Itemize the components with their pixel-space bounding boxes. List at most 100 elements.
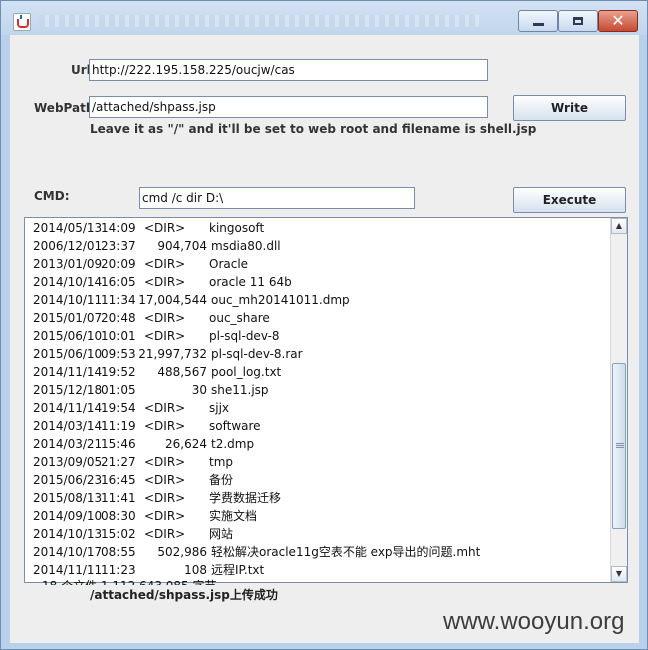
line-date: 2015/01/07 [33, 311, 103, 325]
line-size: 904,704 [157, 239, 207, 253]
line-time: 15:46 [101, 437, 136, 451]
line-dir-marker: <DIR> [144, 491, 186, 505]
minimize-button[interactable] [518, 10, 558, 32]
scroll-down-icon[interactable]: ▼ [611, 566, 627, 582]
line-time: 20:48 [101, 311, 136, 325]
write-button[interactable]: Write [513, 95, 626, 121]
close-button[interactable]: ✕ [598, 10, 638, 32]
line-date: 2014/11/14 [33, 401, 103, 415]
title-bar: ✕ [1, 1, 647, 35]
line-date: 2014/03/21 [33, 437, 103, 451]
line-size: 26,624 [165, 437, 207, 451]
url-input[interactable]: http://222.195.158.225/oucjw/cas [89, 59, 488, 81]
close-icon: ✕ [611, 11, 625, 30]
line-time: 11:19 [101, 419, 136, 433]
line-dir-marker: <DIR> [144, 473, 186, 487]
output-line: 2014/03/21 15:46 26,624 t2.dmp [25, 435, 612, 453]
line-dir-marker: <DIR> [144, 527, 186, 541]
output-line: 2014/10/14 16:05 <DIR> oracle 11 64b [25, 273, 612, 291]
line-date: 2013/01/09 [33, 257, 103, 271]
line-time: 23:37 [101, 239, 136, 253]
output-line: 2014/10/17 08:55 502,986 轻松解决oracle11g空表不能 … [25, 543, 612, 561]
line-time: 19:52 [101, 365, 136, 379]
command-output-area[interactable]: 2014/05/13 14:09 <DIR> kingosoft 2006/12/01 2… [24, 217, 628, 583]
line-size: 17,004,544 [138, 293, 207, 307]
line-date: 2014/10/11 [33, 293, 103, 307]
scrollbar-thumb[interactable] [612, 363, 626, 529]
line-name: tmp [209, 455, 234, 469]
line-name: 实施文档 [209, 509, 258, 523]
line-date: 2015/06/10 [33, 329, 103, 343]
line-name: t2.dmp [211, 437, 255, 451]
cmd-input[interactable]: cmd /c dir D:\ [139, 187, 415, 209]
line-date: 2015/08/13 [33, 491, 103, 505]
line-name: ouc_share [209, 311, 270, 325]
minimize-icon [533, 23, 544, 26]
line-dir-marker: <DIR> [144, 221, 186, 235]
line-dir-marker: <DIR> [144, 311, 186, 325]
maximize-button[interactable] [558, 10, 598, 32]
line-dir-marker: <DIR> [144, 419, 186, 433]
line-name: oracle 11 64b [209, 275, 292, 289]
output-line: 2014/11/14 19:52 488,567 pool_log.txt [25, 363, 612, 381]
line-date: 2014/09/10 [33, 509, 103, 523]
line-time: 08:30 [101, 509, 136, 523]
line-name: kingosoft [209, 221, 265, 235]
line-time: 19:54 [101, 401, 136, 415]
output-line: 2014/09/10 08:30 <DIR> 实施文档 [25, 507, 612, 525]
output-line: 2015/01/07 20:48 <DIR> ouc_share [25, 309, 612, 327]
line-time: 11:41 [101, 491, 136, 505]
line-time: 08:55 [101, 545, 136, 559]
output-line: 2014/10/13 15:02 <DIR> 网站 [25, 525, 612, 543]
output-line: 2013/01/09 20:09 <DIR> Oracle [25, 255, 612, 273]
line-name: ouc_mh20141011.dmp [211, 293, 350, 307]
line-time: 20:09 [101, 257, 136, 271]
maximize-icon [573, 17, 583, 25]
output-line: 2015/06/10 09:53 21,997,732 pl-sql-dev-8.ra… [25, 345, 612, 363]
scroll-up-icon[interactable]: ▲ [611, 218, 627, 234]
line-name: pool_log.txt [211, 365, 282, 379]
line-time: 11:34 [101, 293, 136, 307]
output-line: 2014/05/13 14:09 <DIR> kingosoft [25, 219, 612, 237]
line-name: software [209, 419, 261, 433]
line-date: 2014/10/14 [33, 275, 103, 289]
window-title-redacted [39, 15, 479, 27]
line-dir-marker: <DIR> [144, 257, 186, 271]
output-line: 2014/11/14 19:54 <DIR> sjjx [25, 399, 612, 417]
line-time: 14:09 [101, 221, 136, 235]
line-time: 16:45 [101, 473, 136, 487]
line-size: 21,997,732 [138, 347, 207, 361]
output-lines: 2014/05/13 14:09 <DIR> kingosoft 2006/12/01 2… [25, 218, 612, 582]
line-time: 15:02 [101, 527, 136, 541]
output-partial-line: 18 个文件 1,112,643,085 字节 [42, 577, 262, 585]
output-line: 2013/09/05 21:27 <DIR> tmp [25, 453, 612, 471]
execute-button[interactable]: Execute [513, 187, 626, 213]
webpath-hint: Leave it as "/" and it'll be set to web … [90, 122, 537, 136]
line-date: 2014/10/17 [33, 545, 103, 559]
line-time: 09:53 [101, 347, 136, 361]
webpath-input[interactable]: /attached/shpass.jsp [89, 96, 488, 118]
line-name: pl-sql-dev-8.rar [211, 347, 303, 361]
line-date: 2014/10/13 [33, 527, 103, 541]
line-dir-marker: <DIR> [144, 329, 186, 343]
output-line: 2015/12/18 01:05 30 she11.jsp [25, 381, 612, 399]
output-line: 2014/03/14 11:19 <DIR> software [25, 417, 612, 435]
output-line: 2015/06/23 16:45 <DIR> 备份 [25, 471, 612, 489]
cmd-label: CMD: [34, 189, 70, 203]
line-dir-marker: <DIR> [144, 401, 186, 415]
line-date: 2015/06/23 [33, 473, 103, 487]
line-date: 2014/03/14 [33, 419, 103, 433]
line-date: 2015/12/18 [33, 383, 103, 397]
app-window: ✕ Url: http://222.195.158.225/oucjw/cas … [0, 0, 648, 650]
line-name: 轻松解决oracle11g空表不能 exp导出的问题.mht [211, 545, 481, 559]
line-time: 01:05 [101, 383, 136, 397]
vertical-scrollbar[interactable]: ▲ ▼ [610, 218, 627, 582]
output-line: 2006/12/01 23:37 904,704 msdia80.dll [25, 237, 612, 255]
output-line: 2015/06/10 10:01 <DIR> pl-sql-dev-8 [25, 327, 612, 345]
status-message: /attached/shpass.jsp上传成功 [90, 588, 278, 602]
line-dir-marker: <DIR> [144, 509, 186, 523]
output-line: 2015/08/13 11:41 <DIR> 学费数据迁移 [25, 489, 612, 507]
line-size: 502,986 [157, 545, 207, 559]
line-time: 16:05 [101, 275, 136, 289]
line-time: 10:01 [101, 329, 136, 343]
